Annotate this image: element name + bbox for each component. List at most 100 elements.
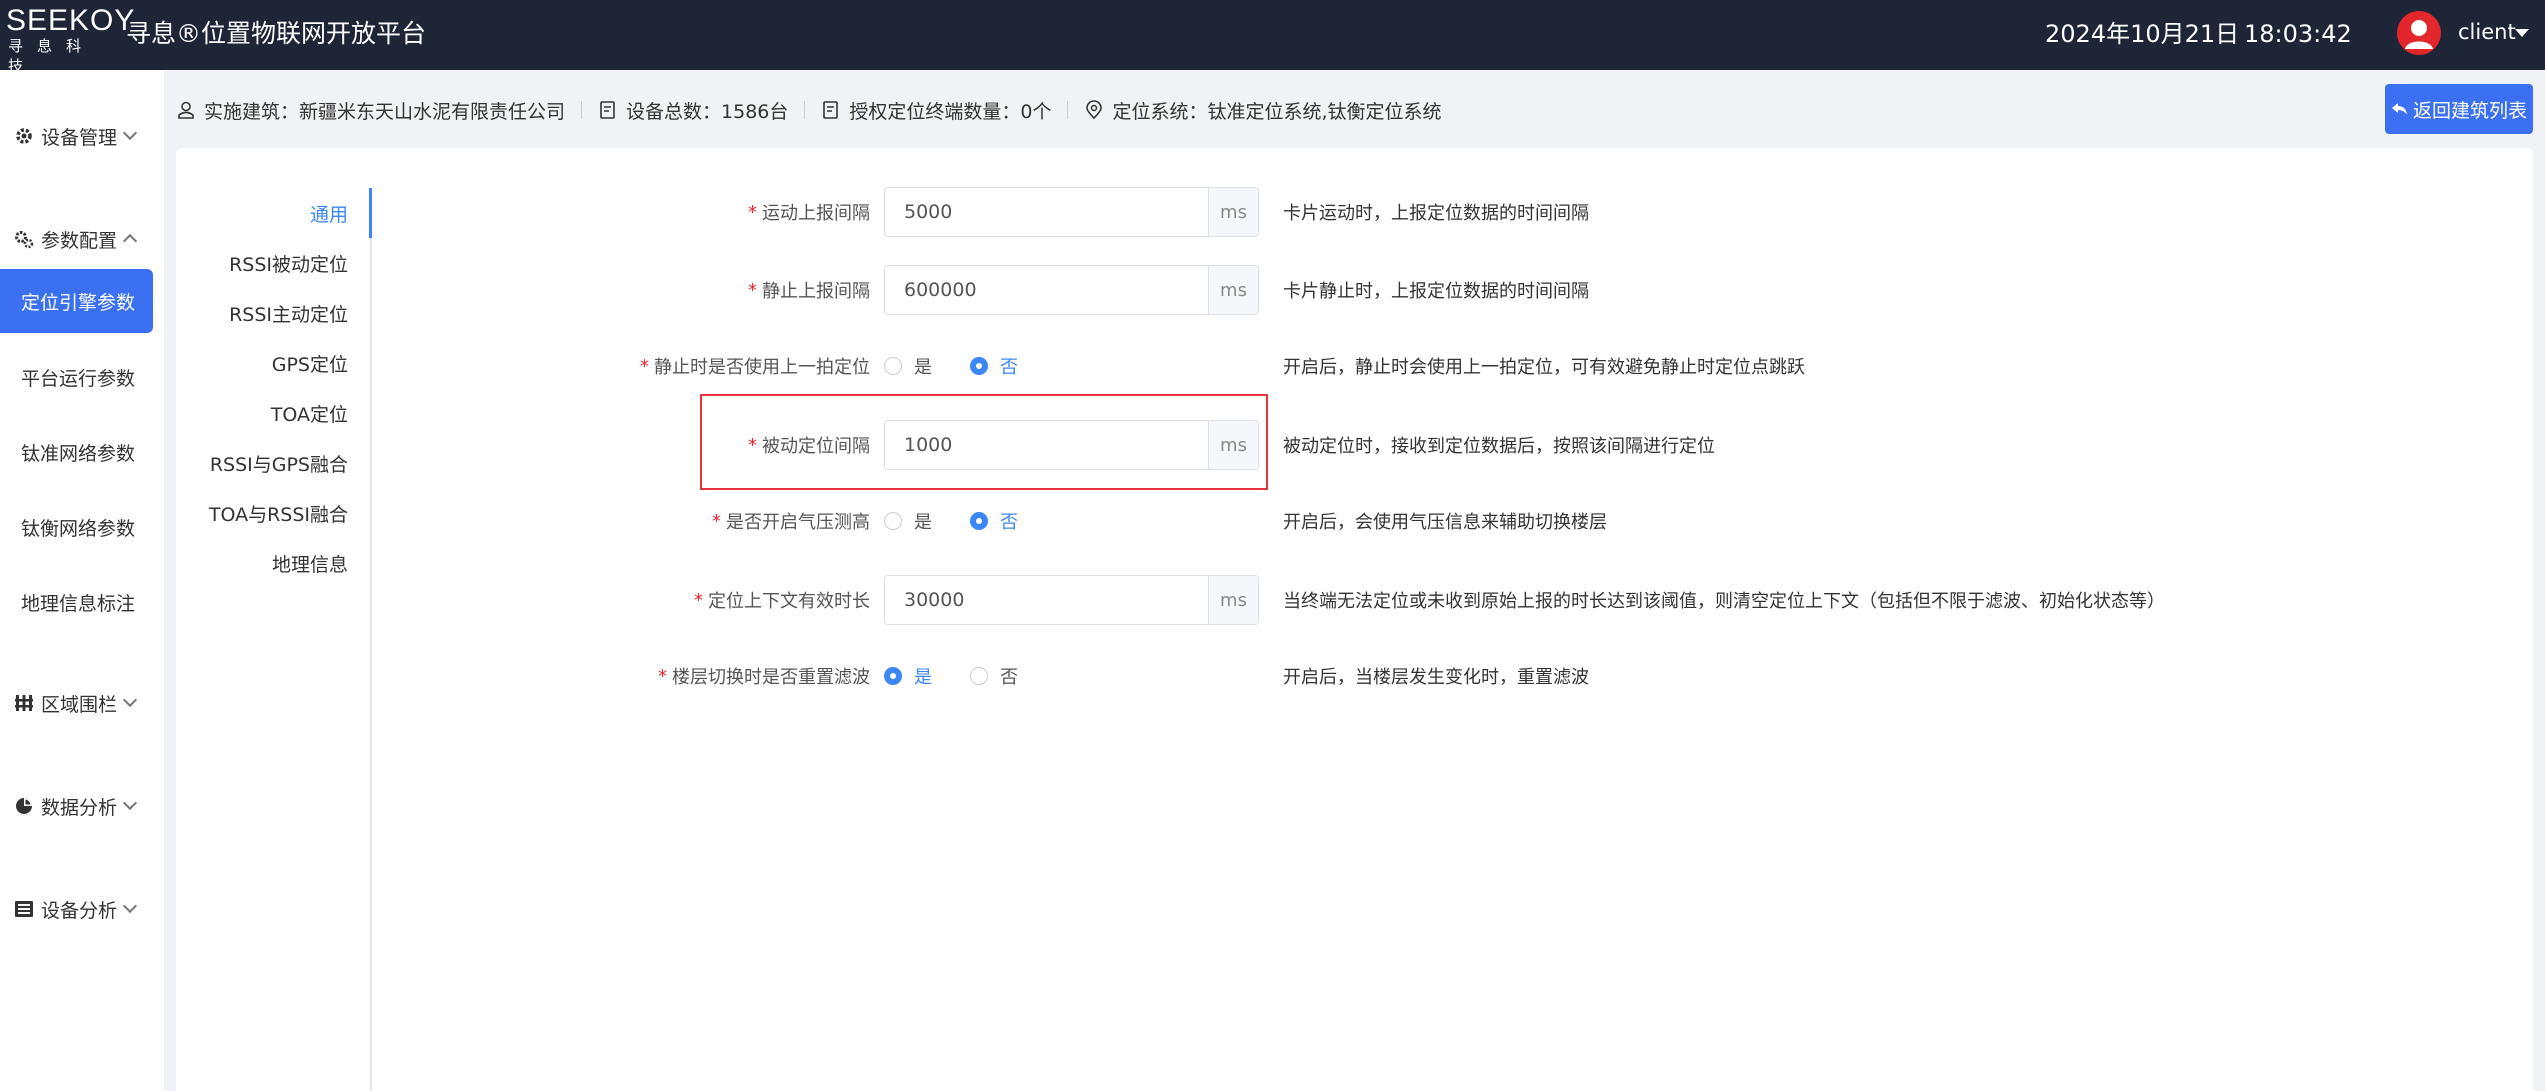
- current-time: 18:03:42: [2244, 20, 2352, 48]
- label-text: 静止上报间隔: [762, 281, 870, 302]
- device-list-icon: [14, 899, 34, 919]
- form-label: * 静止上报间隔: [176, 265, 870, 315]
- radio-no[interactable]: 否: [970, 353, 1018, 379]
- motion-interval-input[interactable]: [885, 188, 1208, 236]
- sidebar-group-label: 区域围栏: [41, 693, 118, 716]
- unit-suffix: ms: [1208, 188, 1258, 236]
- label-text: 楼层切换时是否重置滤波: [672, 667, 870, 688]
- radio-yes[interactable]: 是: [884, 353, 932, 379]
- required-mark: *: [748, 201, 757, 223]
- subnav-item-general[interactable]: 通用: [176, 188, 372, 238]
- radio-circle[interactable]: [884, 512, 902, 530]
- radio-label: 是: [914, 512, 932, 533]
- context-valid-input[interactable]: [885, 576, 1208, 624]
- radio-circle[interactable]: [884, 667, 902, 685]
- edit-doc-icon: [821, 100, 841, 120]
- back-button-label: 返回建筑列表: [2412, 99, 2527, 122]
- radio-circle[interactable]: [970, 667, 988, 685]
- user-icon: [176, 100, 196, 120]
- form-label: * 静止时是否使用上一拍定位: [176, 341, 870, 391]
- form-description: 开启后，当楼层发生变化时，重置滤波: [1283, 667, 1589, 688]
- sidebar-group-label: 数据分析: [41, 796, 118, 819]
- sidebar-group-param-config[interactable]: 参数配置: [14, 223, 138, 255]
- sidebar-group-label: 设备管理: [41, 126, 118, 149]
- current-date: 2024年10月21日: [2045, 20, 2240, 48]
- building-info-bar: 实施建筑：新疆米东天山水泥有限责任公司 设备总数：1586台 授权定位终端数量：…: [176, 92, 1442, 128]
- static-interval-input-group: ms: [884, 265, 1259, 315]
- floor-reset-radio-group: 是 否: [884, 651, 1056, 701]
- form-description: 开启后，会使用气压信息来辅助切换楼层: [1283, 512, 1607, 533]
- gear-icon: [14, 126, 34, 146]
- required-mark: *: [712, 510, 721, 532]
- radio-no[interactable]: 否: [970, 663, 1018, 689]
- radio-no[interactable]: 否: [970, 508, 1018, 534]
- sidebar-group-device-management[interactable]: 设备管理: [14, 120, 138, 152]
- form-description: 开启后，静止时会使用上一拍定位，可有效避免静止时定位点跳跃: [1283, 357, 1805, 378]
- static-interval-input[interactable]: [885, 266, 1208, 314]
- form-description: 卡片运动时，上报定位数据的时间间隔: [1283, 203, 1589, 224]
- radio-circle[interactable]: [970, 512, 988, 530]
- radio-circle[interactable]: [970, 357, 988, 375]
- sidebar-group-area-fence[interactable]: 区域围栏: [14, 687, 138, 719]
- form-description: 被动定位时，接收到定位数据后，按照该间隔进行定位: [1283, 436, 1715, 457]
- static-use-last-radio-group: 是 否: [884, 341, 1056, 391]
- chevron-down-icon: [122, 692, 138, 708]
- gears-icon: [14, 229, 34, 249]
- radio-label: 否: [1000, 357, 1018, 378]
- main-panel: 通用 RSSI被动定位 RSSI主动定位 GPS定位 TOA定位 RSSI与GP…: [176, 148, 2533, 1091]
- info-building-text: 实施建筑：新疆米东天山水泥有限责任公司: [204, 100, 566, 123]
- sidebar-group-data-analysis[interactable]: 数据分析: [14, 790, 138, 822]
- sidebar-item-taizhun-params[interactable]: 钛准网络参数: [0, 421, 153, 483]
- logo: SEEKOY 寻息科技: [6, 4, 136, 76]
- back-to-building-list-button[interactable]: 返回建筑列表: [2385, 84, 2533, 134]
- sidebar-item-engine-params[interactable]: 定位引擎参数: [0, 269, 153, 333]
- edit-doc-icon: [598, 100, 618, 120]
- sidebar: 设备管理 参数配置 定位引擎参数 平台运行参数 钛准网络参数 钛衡网络参数 地理…: [0, 70, 164, 1091]
- username[interactable]: client: [2458, 16, 2516, 48]
- motion-interval-input-group: ms: [884, 187, 1259, 237]
- unit-suffix: ms: [1208, 266, 1258, 314]
- radio-label: 是: [914, 357, 932, 378]
- radio-label: 否: [1000, 667, 1018, 688]
- info-system-text: 定位系统：钛准定位系统,钛衡定位系统: [1112, 100, 1442, 123]
- divider: [1067, 101, 1069, 119]
- top-bar: SEEKOY 寻息科技 寻息®位置物联网开放平台 2024年10月21日 18:…: [0, 0, 2545, 76]
- divider: [581, 101, 583, 119]
- radio-yes[interactable]: 是: [884, 663, 932, 689]
- label-text: 定位上下文有效时长: [708, 591, 870, 612]
- sidebar-item-geo-label[interactable]: 地理信息标注: [0, 571, 153, 633]
- user-avatar-icon[interactable]: [2397, 11, 2441, 55]
- form-description: 卡片静止时，上报定位数据的时间间隔: [1283, 281, 1589, 302]
- subnav-divider: [370, 188, 372, 1091]
- sidebar-group-device-analysis[interactable]: 设备分析: [14, 893, 138, 925]
- radio-circle[interactable]: [884, 357, 902, 375]
- required-mark: *: [748, 279, 757, 301]
- form-description: 当终端无法定位或未收到原始上报的时长达到该阈值，则清空定位上下文（包括但不限于滤…: [1283, 591, 2165, 612]
- divider: [804, 101, 806, 119]
- location-pin-icon: [1084, 100, 1104, 120]
- required-mark: *: [658, 665, 667, 687]
- sidebar-item-platform-params[interactable]: 平台运行参数: [0, 346, 153, 408]
- app-title: 寻息®位置物联网开放平台: [126, 19, 427, 48]
- form-label: * 定位上下文有效时长: [176, 575, 870, 625]
- unit-suffix: ms: [1208, 576, 1258, 624]
- info-device-total-text: 设备总数：1586台: [626, 100, 789, 123]
- info-building: 实施建筑：新疆米东天山水泥有限责任公司: [176, 97, 565, 124]
- radio-yes[interactable]: 是: [884, 508, 932, 534]
- form-label: * 是否开启气压测高: [176, 496, 870, 546]
- caret-down-icon[interactable]: [2515, 29, 2529, 37]
- info-licensed: 授权定位终端数量：0个: [821, 97, 1051, 124]
- required-mark: *: [694, 589, 703, 611]
- chevron-down-icon: [122, 125, 138, 141]
- pie-chart-icon: [14, 796, 34, 816]
- fence-icon: [14, 693, 34, 713]
- radio-label: 是: [914, 667, 932, 688]
- sidebar-group-label: 设备分析: [41, 899, 118, 922]
- sidebar-group-label: 参数配置: [41, 229, 118, 252]
- label-text: 静止时是否使用上一拍定位: [654, 357, 870, 378]
- logo-brand: SEEKOY: [6, 4, 136, 37]
- sidebar-item-taiheng-params[interactable]: 钛衡网络参数: [0, 496, 153, 558]
- label-text: 运动上报间隔: [762, 203, 870, 224]
- info-licensed-text: 授权定位终端数量：0个: [849, 100, 1052, 123]
- required-mark: *: [640, 355, 649, 377]
